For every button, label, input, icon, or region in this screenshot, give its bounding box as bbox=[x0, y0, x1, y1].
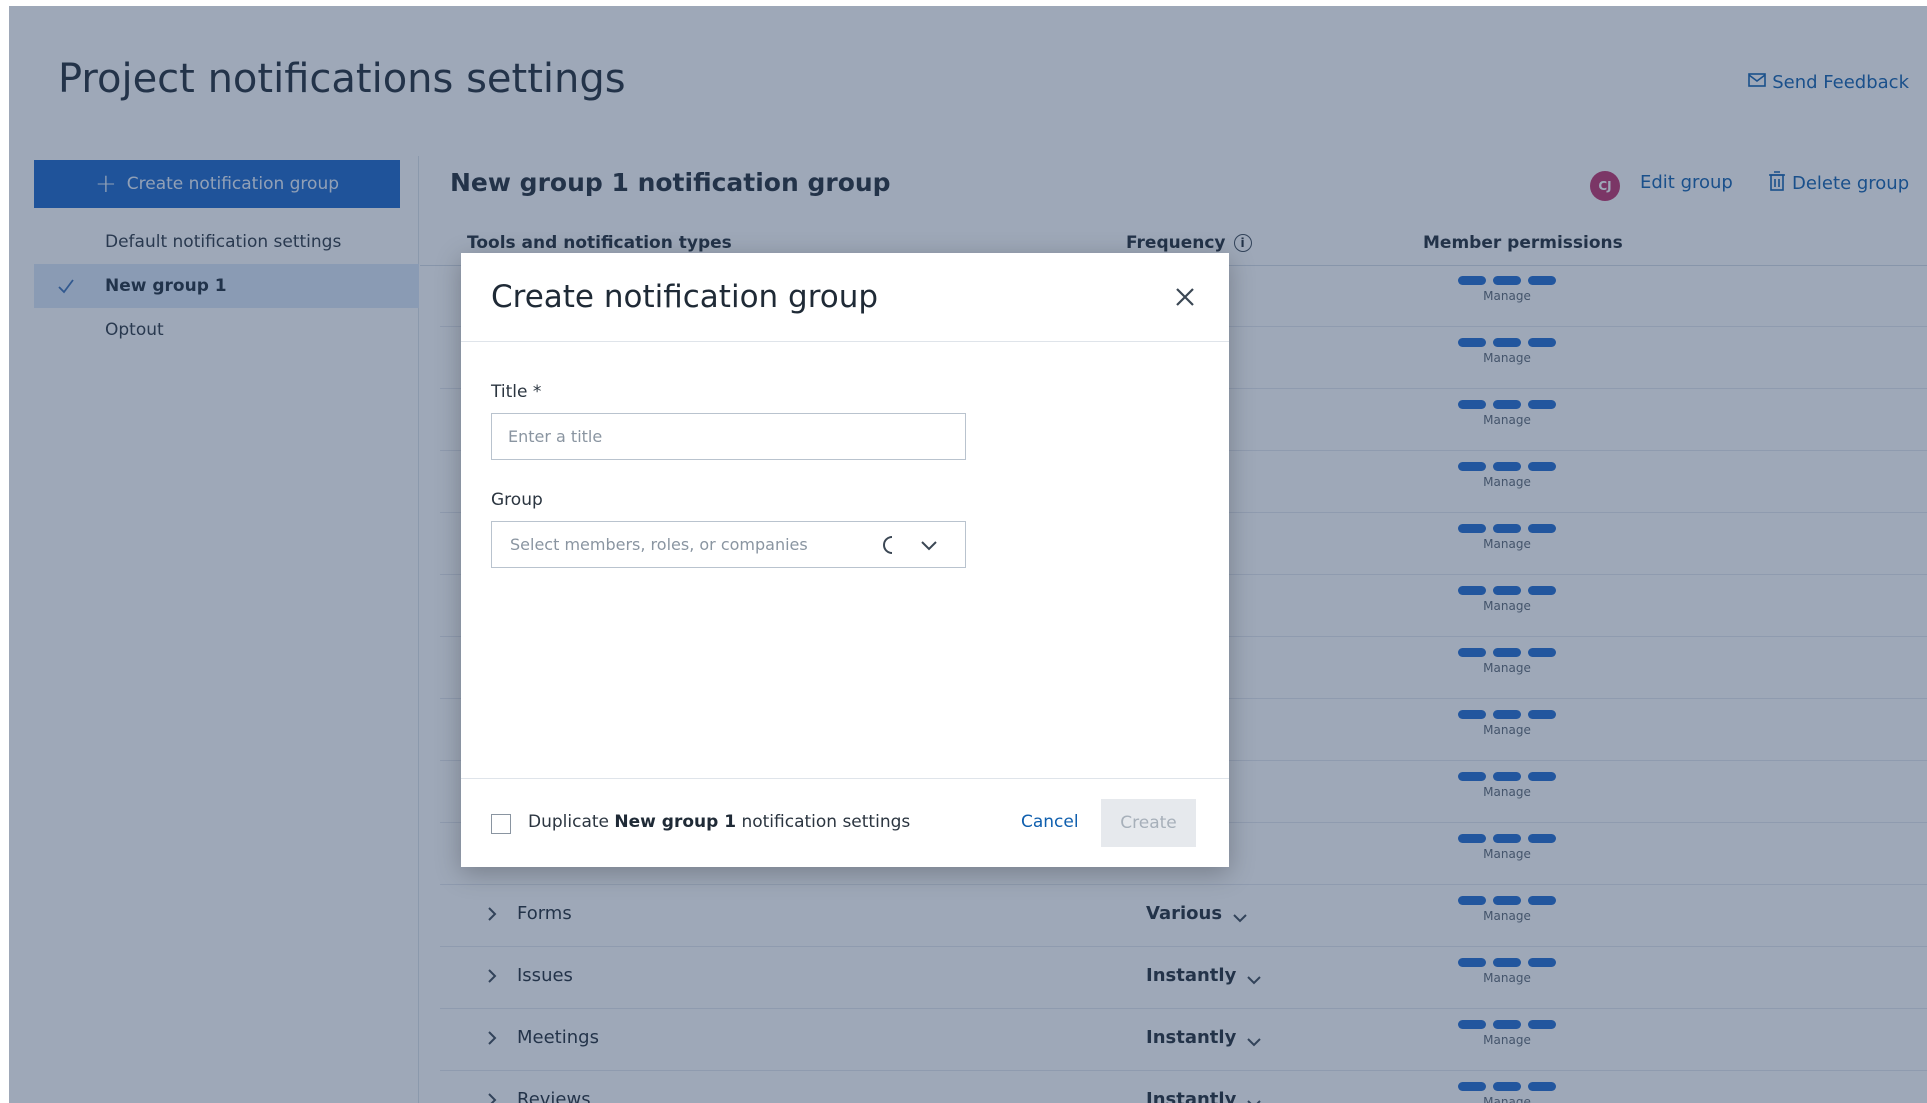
title-field-label: Title * bbox=[491, 382, 541, 402]
duplicate-prefix: Duplicate bbox=[528, 812, 615, 832]
close-icon[interactable] bbox=[1171, 283, 1199, 311]
dialog-title: Create notification group bbox=[491, 279, 879, 315]
chevron-down-icon[interactable] bbox=[920, 538, 938, 552]
dialog-footer: Duplicate New group 1 notification setti… bbox=[461, 778, 1229, 867]
title-label-text: Title bbox=[491, 382, 528, 402]
duplicate-suffix: notification settings bbox=[736, 812, 911, 832]
create-button[interactable]: Create bbox=[1101, 799, 1196, 847]
screen: Project notifications settings Send Feed… bbox=[0, 0, 1927, 1103]
group-select-placeholder: Select members, roles, or companies bbox=[510, 535, 808, 554]
required-mark: * bbox=[532, 382, 542, 402]
dialog-header: Create notification group bbox=[461, 253, 1229, 342]
duplicate-settings-label: Duplicate New group 1 notification setti… bbox=[528, 812, 910, 832]
group-field-label: Group bbox=[491, 490, 543, 510]
cancel-button[interactable]: Cancel bbox=[1021, 812, 1079, 832]
group-select[interactable]: Select members, roles, or companies bbox=[491, 521, 966, 568]
spinner-icon bbox=[882, 535, 902, 555]
duplicate-group-name: New group 1 bbox=[614, 812, 737, 832]
create-notification-group-dialog: Create notification group Title * Group … bbox=[461, 253, 1229, 867]
duplicate-settings-checkbox[interactable] bbox=[491, 814, 511, 834]
notifications-settings-page: Project notifications settings Send Feed… bbox=[9, 6, 1927, 1103]
title-input[interactable] bbox=[491, 413, 966, 460]
